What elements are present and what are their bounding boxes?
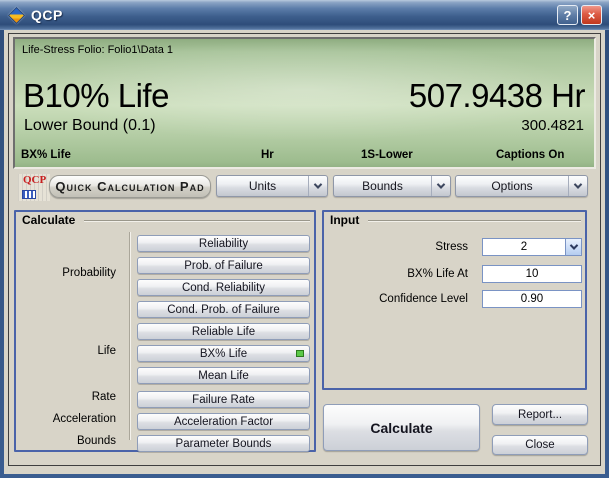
metric-label: B10% Life xyxy=(23,77,169,115)
bound-label: Lower Bound (0.1) xyxy=(24,117,156,135)
close-dialog-button[interactable]: Close xyxy=(492,435,588,455)
close-icon: × xyxy=(588,8,596,23)
calc-button-bx-life-label: BX% Life xyxy=(200,348,247,360)
data-source-label: Life-Stress Folio: Folio1\Data 1 xyxy=(22,44,173,56)
options-dropdown[interactable]: Options xyxy=(455,175,588,197)
input-panel-title: Input xyxy=(330,213,363,227)
stress-label: Stress xyxy=(324,241,468,253)
calc-button-reliable-life[interactable]: Reliable Life xyxy=(137,323,310,340)
qcp-logo-icon: QCP xyxy=(18,174,50,201)
bx-life-at-label: BX% Life At xyxy=(324,268,468,280)
calculator-grid-icon xyxy=(22,190,36,199)
help-button[interactable]: ? xyxy=(557,5,578,25)
divider xyxy=(84,220,310,222)
chevron-down-icon[interactable] xyxy=(565,239,581,255)
calc-button-prob-of-failure[interactable]: Prob. of Failure xyxy=(137,257,310,274)
units-dropdown[interactable]: Units xyxy=(216,175,328,197)
calc-button-acceleration-factor[interactable]: Acceleration Factor xyxy=(137,413,310,430)
group-label-bounds: Bounds xyxy=(16,435,116,447)
titlebar: QCP ? × xyxy=(0,0,609,30)
chevron-down-icon xyxy=(308,176,327,196)
chevron-down-icon xyxy=(568,176,587,196)
chevron-down-icon xyxy=(431,176,450,196)
client-area: Life-Stress Folio: Folio1\Data 1 B10% Li… xyxy=(4,30,605,474)
calc-button-cond-reliability[interactable]: Cond. Reliability xyxy=(137,279,310,296)
stress-select-value: 2 xyxy=(483,239,565,255)
metric-value: 507.9438 Hr xyxy=(409,77,585,115)
status-units: Hr xyxy=(261,149,274,161)
bx-life-at-input[interactable] xyxy=(482,265,582,283)
close-button[interactable]: × xyxy=(581,5,602,25)
app-icon xyxy=(8,7,25,24)
calc-button-cond-prob-of-failure[interactable]: Cond. Prob. of Failure xyxy=(137,301,310,318)
calc-button-bx-life[interactable]: BX% Life xyxy=(137,345,310,362)
content-frame: Life-Stress Folio: Folio1\Data 1 B10% Li… xyxy=(8,33,601,466)
help-icon: ? xyxy=(564,8,572,23)
brand-label: Quick Calculation Pad xyxy=(49,175,211,198)
result-main-row: B10% Life 507.9438 Hr xyxy=(23,77,585,115)
divider xyxy=(129,232,131,440)
options-dropdown-label: Options xyxy=(456,176,568,196)
calc-button-failure-rate[interactable]: Failure Rate xyxy=(137,391,310,408)
confidence-level-label: Confidence Level xyxy=(324,293,468,305)
units-dropdown-label: Units xyxy=(217,176,308,196)
status-metric: BX% Life xyxy=(21,149,71,161)
calc-button-parameter-bounds[interactable]: Parameter Bounds xyxy=(137,435,310,452)
bounds-dropdown[interactable]: Bounds xyxy=(333,175,451,197)
toolbar: QCP Quick Calculation Pad Units Bounds O… xyxy=(12,174,597,202)
group-label-acceleration: Acceleration xyxy=(16,413,116,425)
calculate-panel: Calculate Probability Life Rate Accelera… xyxy=(14,210,316,452)
status-bounds: 1S-Lower xyxy=(361,149,413,161)
divider xyxy=(368,220,581,222)
confidence-level-input[interactable] xyxy=(482,290,582,308)
bound-value: 300.4821 xyxy=(521,117,584,134)
bounds-dropdown-label: Bounds xyxy=(334,176,431,196)
calculate-button[interactable]: Calculate xyxy=(323,404,480,451)
qcp-window: QCP ? × Life-Stress Folio: Folio1\Data 1… xyxy=(0,0,609,478)
status-captions: Captions On xyxy=(496,149,564,161)
window-title: QCP xyxy=(31,7,63,23)
display-status-row: BX% Life Hr 1S-Lower Captions On xyxy=(19,149,590,164)
calculate-panel-title: Calculate xyxy=(22,213,79,227)
report-button[interactable]: Report... xyxy=(492,404,588,425)
calc-button-mean-life[interactable]: Mean Life xyxy=(137,367,310,384)
input-panel: Input Stress 2 BX% Life At Confidence Le… xyxy=(322,210,587,390)
results-display: Life-Stress Folio: Folio1\Data 1 B10% Li… xyxy=(13,37,596,169)
group-label-probability: Probability xyxy=(16,267,116,279)
selected-indicator-icon xyxy=(296,350,304,357)
result-bound-row: Lower Bound (0.1) 300.4821 xyxy=(24,117,584,135)
calc-button-reliability[interactable]: Reliability xyxy=(137,235,310,252)
stress-select[interactable]: 2 xyxy=(482,238,582,256)
group-label-life: Life xyxy=(16,345,116,357)
qcp-logo-text: QCP xyxy=(23,174,46,186)
group-label-rate: Rate xyxy=(16,391,116,403)
